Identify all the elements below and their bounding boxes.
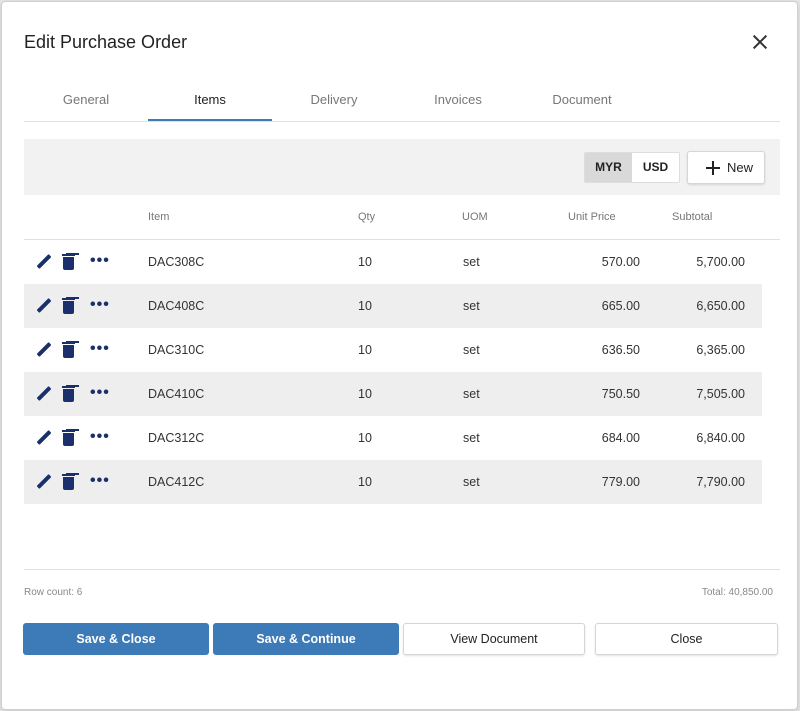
column-header-uom[interactable]: UOM [462, 211, 488, 223]
column-header-subtotal[interactable]: Subtotal [672, 211, 712, 223]
pencil-icon[interactable] [36, 341, 52, 359]
cell-item: DAC410C [148, 387, 205, 401]
cell-unit-price: 684.00 [601, 431, 640, 445]
trash-icon[interactable] [62, 297, 75, 315]
cell-item: DAC308C [148, 255, 205, 269]
cell-unit-price: 636.50 [601, 343, 640, 357]
tab-bar: General Items Delivery Invoices Document [24, 82, 780, 122]
row-actions: ••• [36, 385, 109, 403]
new-item-button[interactable]: New [687, 151, 765, 184]
cell-qty: 10 [358, 343, 372, 357]
footer-divider [24, 569, 780, 570]
view-document-button[interactable]: View Document [403, 623, 585, 655]
row-actions: ••• [36, 429, 109, 447]
column-header-item[interactable]: Item [148, 211, 169, 223]
cell-subtotal: 5,700.00 [696, 255, 745, 269]
close-button[interactable]: Close [595, 623, 778, 655]
table-row[interactable]: ••• DAC410C 10 set 750.50 7,505.00 [24, 372, 762, 416]
column-header-unit-price[interactable]: Unit Price [568, 211, 616, 223]
cell-subtotal: 7,790.00 [696, 475, 745, 489]
cell-uom: set [463, 299, 480, 313]
more-horizontal-icon[interactable]: ••• [90, 429, 109, 447]
cell-uom: set [463, 255, 480, 269]
row-actions: ••• [36, 341, 109, 359]
pencil-icon[interactable] [36, 473, 52, 491]
cell-subtotal: 7,505.00 [696, 387, 745, 401]
save-close-button[interactable]: Save & Close [23, 623, 209, 655]
cell-qty: 10 [358, 299, 372, 313]
cell-uom: set [463, 387, 480, 401]
cell-qty: 10 [358, 255, 372, 269]
table-row[interactable]: ••• DAC310C 10 set 636.50 6,365.00 [24, 328, 762, 372]
cell-subtotal: 6,650.00 [696, 299, 745, 313]
cell-uom: set [463, 475, 480, 489]
tab-delivery[interactable]: Delivery [272, 82, 396, 121]
more-horizontal-icon[interactable]: ••• [90, 341, 109, 359]
cell-qty: 10 [358, 475, 372, 489]
cell-unit-price: 570.00 [601, 255, 640, 269]
plus-icon [706, 161, 720, 175]
row-actions: ••• [36, 253, 109, 271]
items-toolbar: MYR USD New [24, 139, 780, 195]
cell-uom: set [463, 431, 480, 445]
trash-icon[interactable] [62, 473, 75, 491]
row-actions: ••• [36, 473, 109, 491]
pencil-icon[interactable] [36, 297, 52, 315]
cell-unit-price: 665.00 [601, 299, 640, 313]
cell-item: DAC312C [148, 431, 205, 445]
table-row[interactable]: ••• DAC408C 10 set 665.00 6,650.00 [24, 284, 762, 328]
row-count: Row count: 6 [24, 587, 83, 598]
trash-icon[interactable] [62, 253, 75, 271]
cell-item: DAC310C [148, 343, 205, 357]
column-header-qty[interactable]: Qty [358, 211, 375, 223]
grand-total: Total: 40,850.00 [701, 587, 773, 598]
currency-myr-button[interactable]: MYR [585, 153, 632, 182]
cell-uom: set [463, 343, 480, 357]
trash-icon[interactable] [62, 429, 75, 447]
tab-invoices[interactable]: Invoices [396, 82, 520, 121]
pencil-icon[interactable] [36, 385, 52, 403]
tab-document[interactable]: Document [520, 82, 644, 121]
cell-unit-price: 750.50 [601, 387, 640, 401]
dialog-title: Edit Purchase Order [24, 32, 188, 52]
close-icon[interactable] [749, 31, 771, 53]
table-row[interactable]: ••• DAC412C 10 set 779.00 7,790.00 [24, 460, 762, 504]
row-actions: ••• [36, 297, 109, 315]
table-row[interactable]: ••• DAC308C 10 set 570.00 5,700.00 [24, 240, 762, 284]
cell-qty: 10 [358, 431, 372, 445]
cell-qty: 10 [358, 387, 372, 401]
cell-subtotal: 6,365.00 [696, 343, 745, 357]
pencil-icon[interactable] [36, 429, 52, 447]
table-header: Item Qty UOM Unit Price Subtotal [24, 195, 780, 240]
cell-item: DAC408C [148, 299, 205, 313]
cell-item: DAC412C [148, 475, 205, 489]
more-horizontal-icon[interactable]: ••• [90, 385, 109, 403]
save-continue-button[interactable]: Save & Continue [213, 623, 399, 655]
more-horizontal-icon[interactable]: ••• [90, 297, 109, 315]
currency-toggle: MYR USD [584, 152, 680, 183]
trash-icon[interactable] [62, 341, 75, 359]
trash-icon[interactable] [62, 385, 75, 403]
currency-usd-button[interactable]: USD [632, 153, 679, 182]
tab-general[interactable]: General [24, 82, 148, 121]
items-table: Item Qty UOM Unit Price Subtotal ••• DAC… [24, 195, 780, 504]
cell-subtotal: 6,840.00 [696, 431, 745, 445]
more-horizontal-icon[interactable]: ••• [90, 473, 109, 491]
edit-purchase-order-dialog: Edit Purchase Order General Items Delive… [1, 1, 798, 710]
pencil-icon[interactable] [36, 253, 52, 271]
more-horizontal-icon[interactable]: ••• [90, 253, 109, 271]
cell-unit-price: 779.00 [601, 475, 640, 489]
tab-items[interactable]: Items [148, 82, 272, 121]
table-row[interactable]: ••• DAC312C 10 set 684.00 6,840.00 [24, 416, 762, 460]
new-item-label: New [727, 160, 754, 175]
